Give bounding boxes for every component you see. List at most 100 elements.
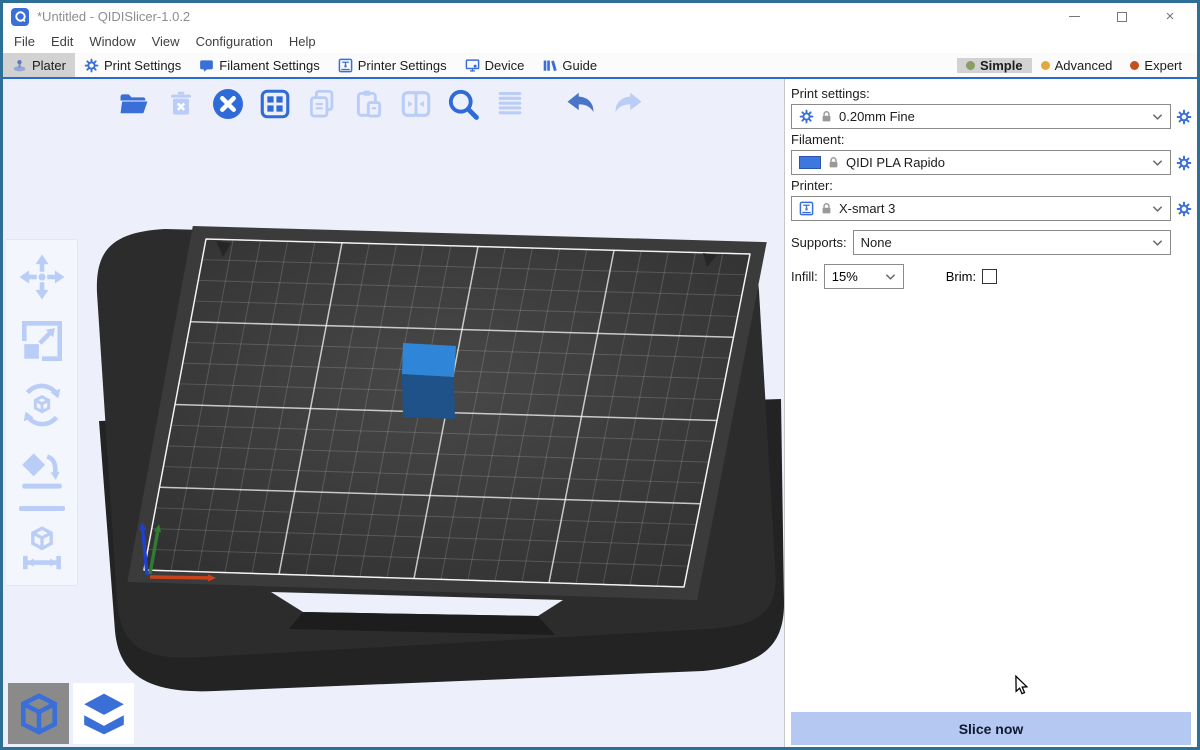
tab-guide[interactable]: Guide xyxy=(533,53,606,77)
print-settings-value: 0.20mm Fine xyxy=(839,109,915,124)
mode-advanced[interactable]: Advanced xyxy=(1032,58,1122,73)
tab-label: Guide xyxy=(562,58,597,73)
tab-device[interactable]: Device xyxy=(456,53,534,77)
filament-gear-button[interactable] xyxy=(1171,155,1197,171)
brim-checkbox[interactable] xyxy=(982,269,997,284)
close-button[interactable]: × xyxy=(1163,10,1177,24)
undo-icon xyxy=(563,86,599,122)
delete-all-button[interactable] xyxy=(209,85,247,123)
tab-label: Device xyxy=(485,58,525,73)
window-title: *Untitled - QIDISlicer-1.0.2 xyxy=(37,9,1067,24)
chevron-down-icon xyxy=(1152,113,1163,121)
redo-button[interactable] xyxy=(609,85,647,123)
tab-printer-settings[interactable]: Printer Settings xyxy=(329,53,456,77)
measure-icon xyxy=(17,523,67,573)
mode-simple[interactable]: Simple xyxy=(957,58,1032,73)
paste-button[interactable] xyxy=(350,85,388,123)
scale-tool-button[interactable] xyxy=(15,314,69,368)
mode-label: Simple xyxy=(980,58,1023,73)
menu-item-help[interactable]: Help xyxy=(281,34,324,49)
delete-button[interactable] xyxy=(162,85,200,123)
model-object[interactable] xyxy=(402,343,456,419)
tab-bar: Plater Print Settings Filament Settings … xyxy=(3,53,1197,79)
mouse-cursor xyxy=(1014,675,1029,701)
infill-value: 15% xyxy=(832,269,858,284)
tab-print-settings[interactable]: Print Settings xyxy=(75,53,190,77)
arrange-button[interactable] xyxy=(256,85,294,123)
menu-item-view[interactable]: View xyxy=(144,34,188,49)
mode-switcher: Simple Advanced Expert xyxy=(957,58,1197,73)
plater-icon xyxy=(12,58,27,73)
undo-button[interactable] xyxy=(562,85,600,123)
infill-combo[interactable]: 15% xyxy=(824,264,904,289)
paste-icon xyxy=(352,87,386,121)
print-settings-combo[interactable]: 0.20mm Fine xyxy=(791,104,1171,129)
menu-item-file[interactable]: File xyxy=(6,34,43,49)
slice-now-button[interactable]: Slice now xyxy=(791,712,1191,745)
expert-dot-icon xyxy=(1130,61,1139,70)
search-icon xyxy=(445,86,481,122)
search-button[interactable] xyxy=(444,85,482,123)
cube-3d-icon xyxy=(16,691,62,737)
print-settings-gear-button[interactable] xyxy=(1171,109,1197,125)
view-toggle xyxy=(8,683,134,744)
menu-item-edit[interactable]: Edit xyxy=(43,34,81,49)
open-button[interactable] xyxy=(115,85,153,123)
gizmo-toolbar xyxy=(6,239,78,586)
filament-combo[interactable]: QIDI PLA Rapido xyxy=(791,150,1171,175)
variable-layer-height-button[interactable] xyxy=(491,85,529,123)
minimize-button[interactable] xyxy=(1067,10,1081,24)
supports-combo[interactable]: None xyxy=(853,230,1171,255)
printer-label: Printer: xyxy=(791,178,1197,193)
move-tool-button[interactable] xyxy=(15,250,69,304)
lock-icon xyxy=(820,110,833,123)
supports-value: None xyxy=(861,235,892,250)
delete-all-icon xyxy=(210,86,246,122)
arrange-icon xyxy=(258,87,292,121)
copy-button[interactable] xyxy=(303,85,341,123)
printer-gear-button[interactable] xyxy=(1171,201,1197,217)
viewport-3d[interactable] xyxy=(3,79,784,747)
build-plate-scene[interactable] xyxy=(3,79,784,747)
gear-icon xyxy=(84,58,99,73)
plater-toolbar xyxy=(115,85,647,123)
supports-label: Supports: xyxy=(791,235,847,250)
tab-label: Printer Settings xyxy=(358,58,447,73)
split-to-objects-button[interactable] xyxy=(397,85,435,123)
advanced-dot-icon xyxy=(1041,61,1050,70)
open-folder-icon xyxy=(117,87,151,121)
tab-label: Filament Settings xyxy=(219,58,319,73)
tab-label: Plater xyxy=(32,58,66,73)
tab-plater[interactable]: Plater xyxy=(3,53,75,77)
redo-icon xyxy=(610,86,646,122)
filament-value: QIDI PLA Rapido xyxy=(846,155,945,170)
preview-view-button[interactable] xyxy=(73,683,134,744)
menu-item-configuration[interactable]: Configuration xyxy=(188,34,281,49)
lock-icon xyxy=(820,202,833,215)
menu-item-window[interactable]: Window xyxy=(81,34,143,49)
tools-divider xyxy=(19,506,65,511)
mode-expert[interactable]: Expert xyxy=(1121,58,1191,73)
tab-filament-settings[interactable]: Filament Settings xyxy=(190,53,328,77)
layers-icon xyxy=(79,689,129,739)
copy-icon xyxy=(305,87,339,121)
app-window: *Untitled - QIDISlicer-1.0.2 × File Edit… xyxy=(0,0,1200,750)
place-on-face-tool-button[interactable] xyxy=(15,442,69,496)
rotate-tool-button[interactable] xyxy=(15,378,69,432)
filament-label: Filament: xyxy=(791,132,1197,147)
gear-icon xyxy=(1176,155,1192,171)
filament-color-swatch xyxy=(799,156,821,169)
mode-label: Advanced xyxy=(1055,58,1113,73)
place-on-face-icon xyxy=(17,444,67,494)
settings-panel: Print settings: 0.20mm Fine Filament: QI… xyxy=(784,79,1197,747)
measure-tool-button[interactable] xyxy=(15,521,69,575)
printer-icon xyxy=(799,201,814,216)
printer-combo[interactable]: X-smart 3 xyxy=(791,196,1171,221)
editor-view-button[interactable] xyxy=(8,683,69,744)
chevron-down-icon xyxy=(1152,205,1163,213)
app-logo-icon xyxy=(11,8,29,26)
brim-label: Brim: xyxy=(946,269,976,284)
split-objects-icon xyxy=(399,87,433,121)
maximize-button[interactable] xyxy=(1115,10,1129,24)
simple-dot-icon xyxy=(966,61,975,70)
